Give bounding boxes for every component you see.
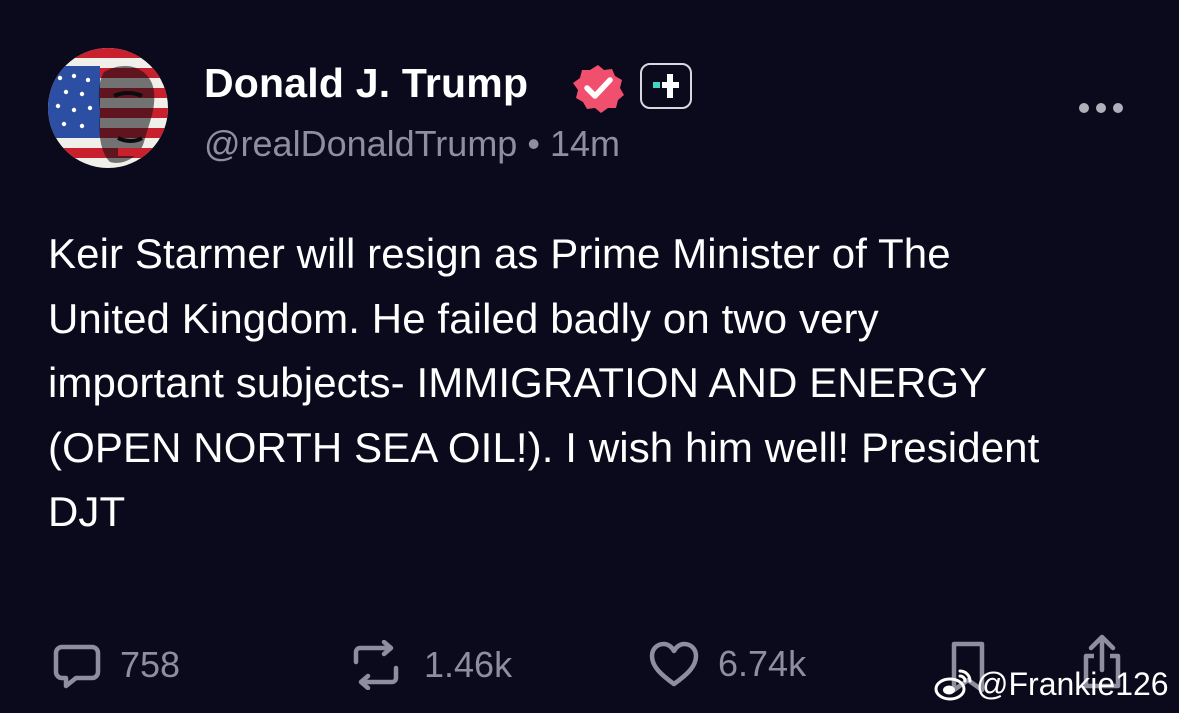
post-text: Keir Starmer will resign as Prime Minist… <box>48 230 1040 535</box>
like-button[interactable]: 6.74k <box>648 640 806 688</box>
watermark-text: @Frankie126 <box>976 666 1169 702</box>
like-icon <box>649 641 699 687</box>
avatar-flag-portrait <box>48 48 168 168</box>
verified-icon <box>573 65 624 113</box>
post-time[interactable]: 14m <box>550 123 620 164</box>
like-count: 6.74k <box>718 643 807 684</box>
reply-icon <box>53 644 101 689</box>
reply-count: 758 <box>120 644 181 685</box>
more-icon[interactable] <box>1076 100 1126 116</box>
meta-separator: • <box>527 123 540 164</box>
plus-icon <box>653 74 679 98</box>
author-handle[interactable]: @realDonaldTrump <box>204 123 517 164</box>
repost-icon <box>353 640 399 690</box>
watermark: @Frankie126 <box>934 666 1169 703</box>
weibo-icon <box>934 669 972 700</box>
avatar[interactable] <box>48 48 168 168</box>
handle-line: @realDonaldTrump • 14m <box>204 123 620 165</box>
repost-button[interactable]: 1.46k <box>346 640 512 690</box>
plus-badge[interactable] <box>640 63 692 109</box>
repost-count: 1.46k <box>424 644 513 685</box>
display-name[interactable]: Donald J. Trump <box>204 60 528 107</box>
reply-button[interactable]: 758 <box>52 640 180 690</box>
